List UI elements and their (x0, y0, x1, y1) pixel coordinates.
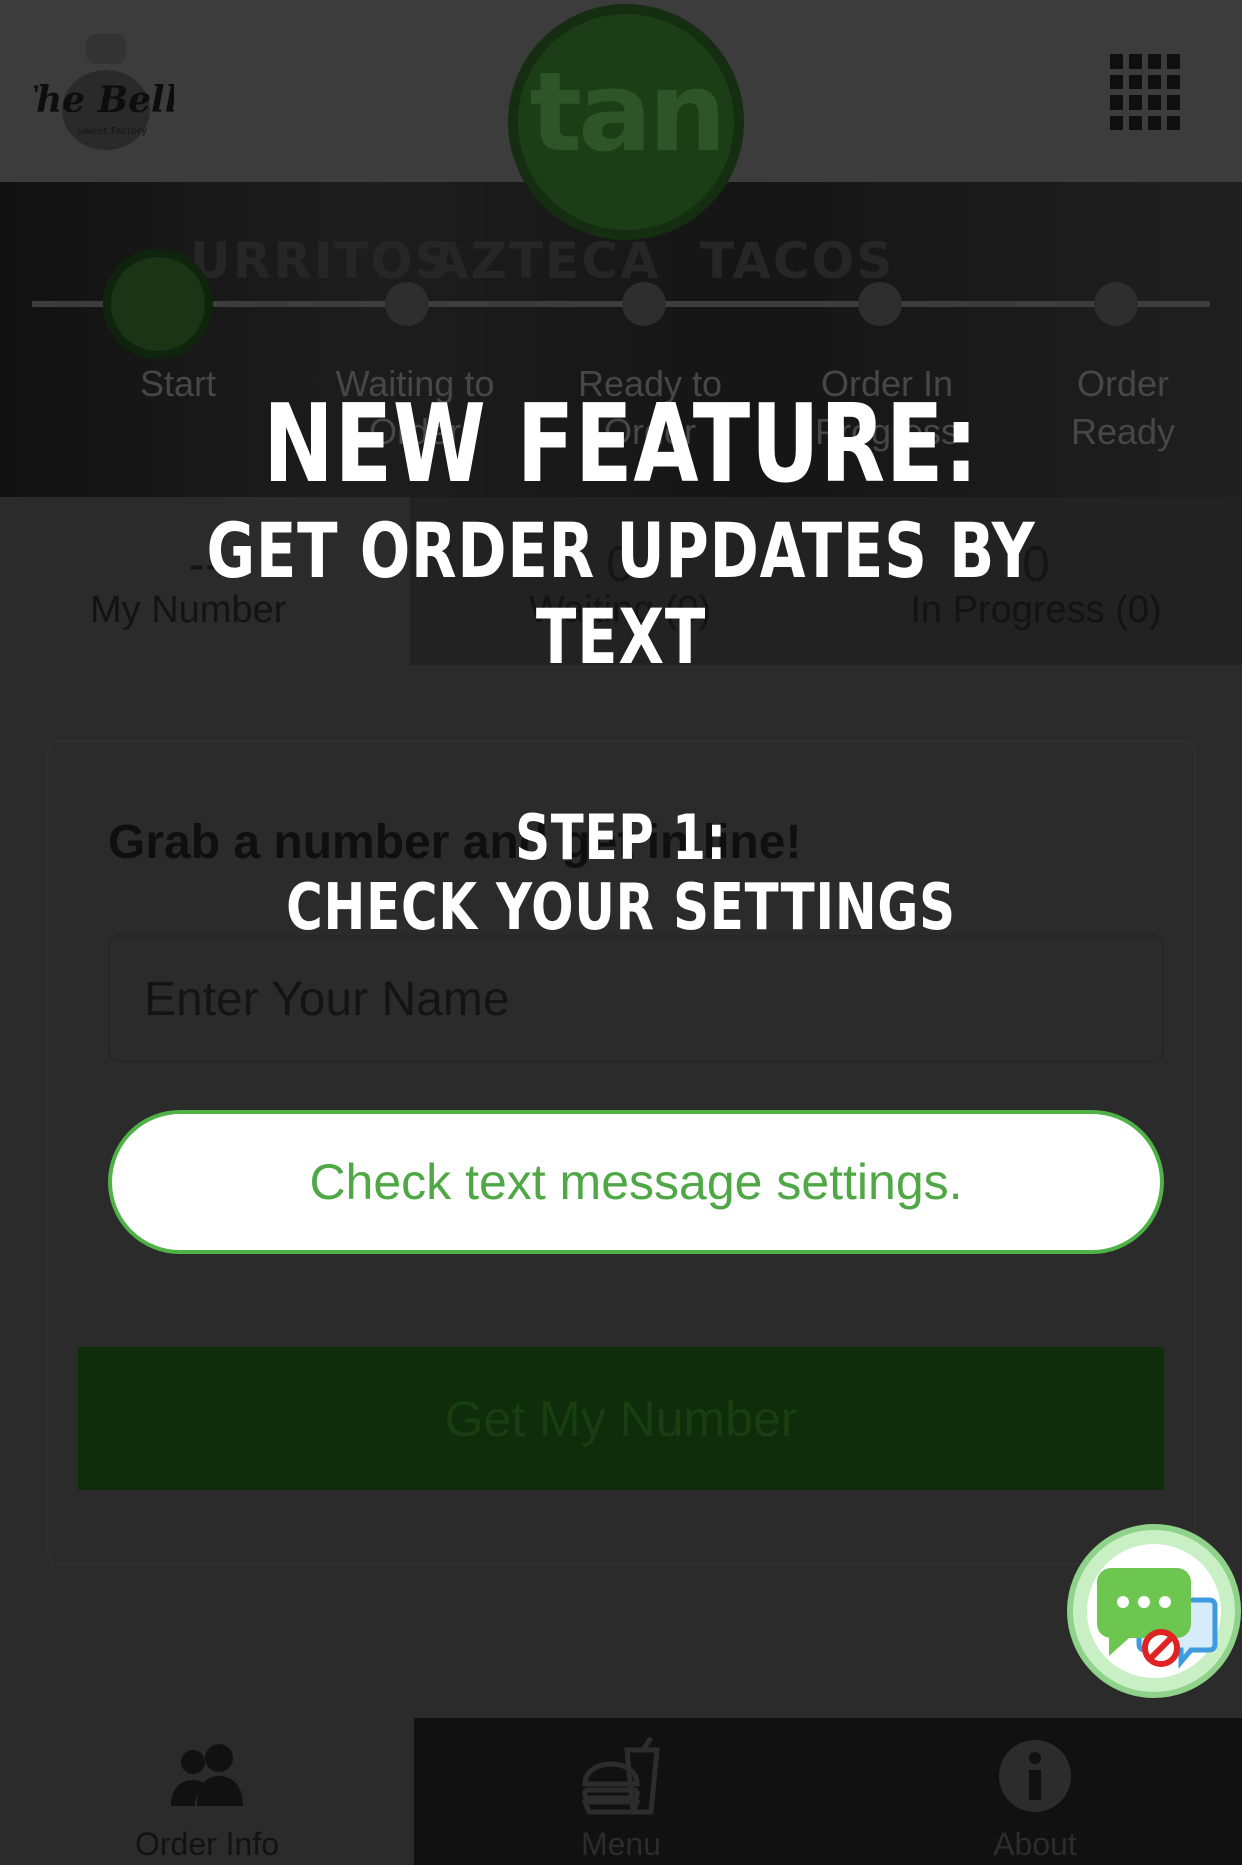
progress-step-in-progress (858, 282, 902, 326)
hero-word: URRITOS (190, 232, 453, 290)
tan-logo: tan (508, 4, 744, 240)
users-icon (171, 1744, 243, 1806)
progress-step-ready (622, 282, 666, 326)
step-label: Start (139, 363, 217, 404)
tan-logo-text: tan (529, 48, 726, 176)
sms-settings-fab[interactable] (1067, 1524, 1241, 1698)
step-label: Ready to Order (577, 363, 723, 452)
app-screen: The Bells Sweet Factory tan URRITOS AZTE… (0, 0, 1242, 1865)
step-label: Waiting to Order (335, 363, 495, 452)
step-label: Order In Progress (814, 363, 960, 452)
svg-text:Sweet Factory: Sweet Factory (77, 126, 148, 137)
svg-text:The Bells: The Bells (34, 79, 174, 121)
tab-count: 0 (1022, 536, 1050, 592)
progress-step-start (103, 249, 213, 359)
check-sms-settings-button[interactable]: Check text message settings. (108, 1110, 1164, 1254)
tab-my-number[interactable]: -- My Number (0, 497, 410, 665)
tab-label: My Number (90, 589, 287, 631)
nav-label: Menu (580, 1826, 662, 1862)
tab-label: Waiting (0) (528, 589, 712, 631)
nav-order-info[interactable]: Order Info (0, 1718, 414, 1865)
progress-step-order-ready (1094, 282, 1138, 326)
tab-count: -- (188, 536, 222, 592)
tab-count: 0 (606, 536, 634, 592)
grid-menu-icon[interactable] (1110, 54, 1180, 130)
fab-inner (1087, 1544, 1221, 1678)
progress-step-waiting (385, 282, 429, 326)
brand-logo[interactable]: The Bells Sweet Factory (34, 30, 174, 160)
tab-in-progress[interactable]: 0 In Progress (0) (830, 497, 1242, 665)
tab-waiting[interactable]: 0 Waiting (0) (410, 497, 830, 665)
sms-disabled-icon (1097, 1568, 1218, 1669)
nav-menu[interactable]: Menu (414, 1718, 828, 1865)
form-title: Grab a number and get in line! (108, 816, 802, 869)
queue-tabs: -- My Number 0 Waiting (0) 0 In Progress… (0, 497, 1242, 665)
tab-label: In Progress (0) (910, 589, 1162, 631)
burger-drink-icon (581, 1736, 660, 1815)
step-label: Order Ready (1070, 363, 1176, 452)
bottom-nav: Order Info Menu About (0, 1718, 1242, 1865)
hero-word: AZTECA (430, 232, 661, 290)
nav-label: About (993, 1826, 1077, 1862)
info-icon (999, 1740, 1071, 1812)
hero-word: TACOS (700, 232, 895, 290)
nav-about[interactable]: About (828, 1718, 1242, 1865)
get-my-number-button[interactable]: Get My Number (78, 1347, 1164, 1490)
name-input[interactable] (108, 935, 1164, 1063)
nav-label: Order Info (134, 1826, 280, 1862)
